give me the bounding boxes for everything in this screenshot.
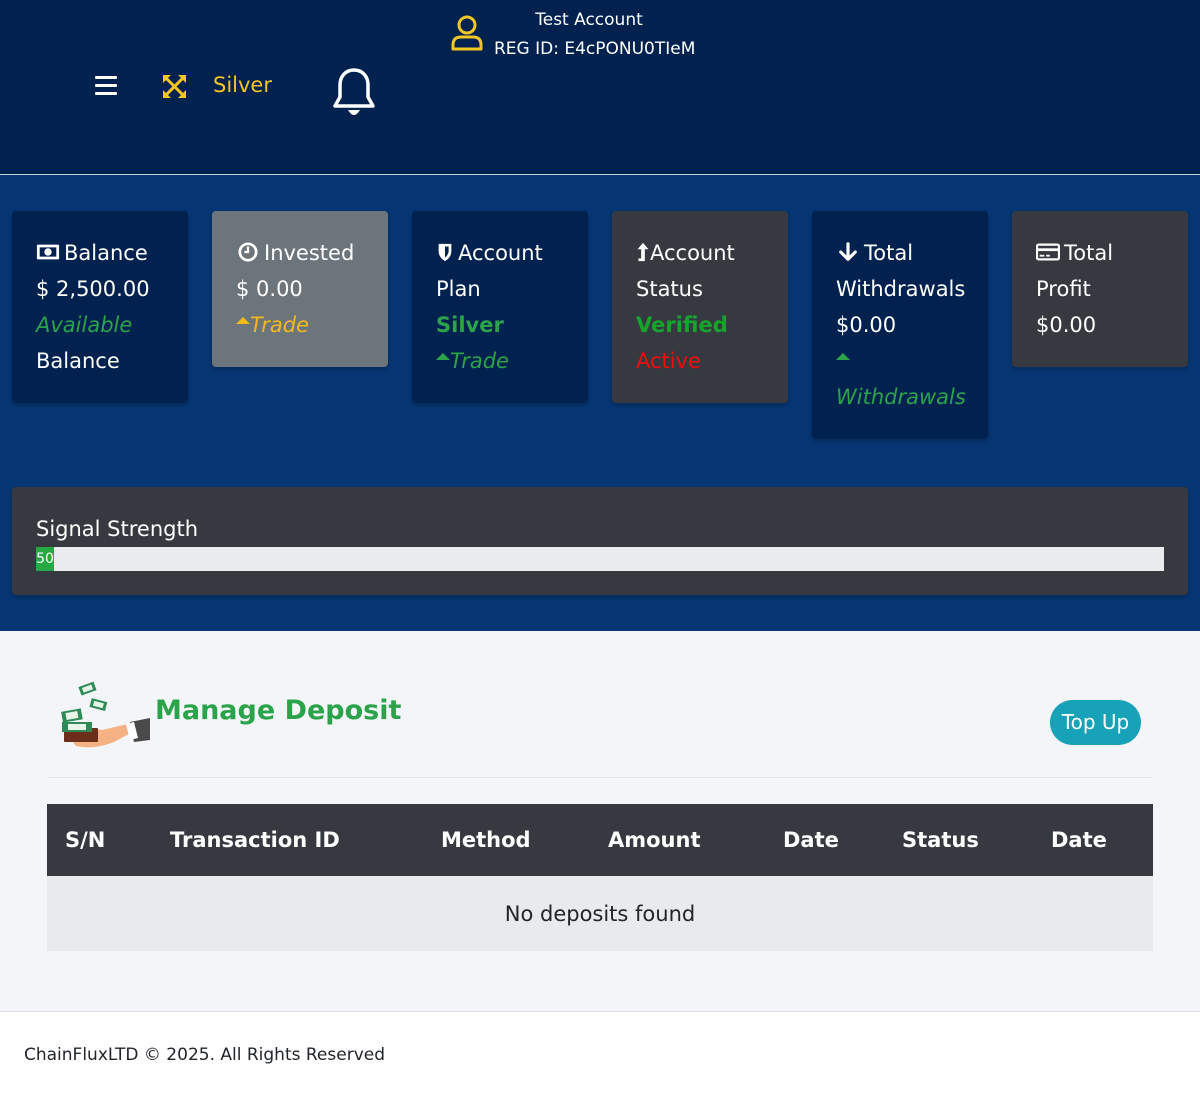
divider [47, 777, 1153, 778]
plan-card: Account Plan Silver Trade [412, 211, 588, 403]
column-header-amount: Amount [590, 804, 765, 876]
status-title: Account [650, 241, 735, 265]
profit-card: Total Profit $0.00 [1012, 211, 1188, 367]
top-up-button[interactable]: Top Up [1050, 700, 1141, 745]
balance-sub2: Balance [36, 349, 120, 373]
deposit-title: Manage Deposit [155, 695, 402, 726]
plan-value: Silver [436, 313, 504, 337]
clock-icon [238, 242, 258, 262]
withdrawals-value: $0.00 [836, 313, 897, 337]
stats-band: Balance $ 2,500.00 Available Balance Inv… [0, 175, 1200, 631]
expand-icon[interactable] [163, 75, 186, 98]
status-title2: Status [636, 277, 703, 301]
level-up-icon [637, 242, 649, 262]
plan-title: Account [458, 241, 543, 265]
withdrawals-title: Total [864, 241, 914, 265]
balance-title: Balance [64, 241, 148, 265]
table-header-row: S/N Transaction ID Method Amount Date St… [47, 804, 1153, 876]
column-header-date-2: Date [1033, 804, 1153, 876]
profit-title2: Profit [1036, 277, 1091, 301]
balance-sub: Available [36, 313, 133, 337]
deposits-table: S/N Transaction ID Method Amount Date St… [47, 804, 1153, 951]
column-header-sn: S/N [47, 804, 152, 876]
bell-icon[interactable] [331, 66, 377, 120]
user-icon[interactable] [451, 15, 483, 51]
invested-sub-row: Trade [236, 307, 364, 343]
signal-card: Signal Strength 50 [12, 487, 1188, 595]
plan-title2: Plan [436, 277, 481, 301]
plan-label: Silver [213, 73, 272, 97]
money-bill-icon [36, 244, 60, 260]
withdrawals-title-row: Total [836, 235, 964, 271]
profit-title-row: Total [1036, 235, 1164, 271]
invested-sub: Trade [250, 313, 309, 337]
invested-title: Invested [264, 241, 355, 265]
plan-title-row: Account [436, 235, 564, 271]
column-header-date: Date [765, 804, 884, 876]
status-card: Account Status Verified Active [612, 211, 788, 403]
signal-title: Signal Strength [36, 517, 199, 541]
reg-id: REG ID: E4cPONU0TIeM [494, 39, 696, 59]
empty-message: No deposits found [47, 876, 1153, 951]
menu-icon[interactable] [95, 76, 117, 96]
balance-value: $ 2,500.00 [36, 277, 150, 301]
withdrawals-caret-row [836, 343, 964, 379]
withdrawals-card: Total Withdrawals $0.00 Withdrawals [812, 211, 988, 439]
plan-sub: Trade [450, 349, 509, 373]
withdrawals-title2: Withdrawals [836, 277, 966, 301]
status-sub: Active [636, 349, 701, 373]
status-title-row: Account [636, 235, 764, 271]
user-name: Test Account [535, 10, 643, 30]
balance-title-row: Balance [36, 235, 164, 271]
status-value: Verified [636, 313, 728, 337]
caret-up-icon [236, 317, 250, 324]
caret-up-icon [436, 353, 450, 360]
footer-copyright: ChainFluxLTD © 2025. All Rights Reserved [24, 1045, 386, 1065]
profit-title: Total [1064, 241, 1114, 265]
shield-icon [438, 243, 452, 262]
withdrawals-sub: Withdrawals [836, 385, 966, 409]
table-row: No deposits found [47, 876, 1153, 951]
arrow-down-icon [839, 242, 857, 261]
footer: ChainFluxLTD © 2025. All Rights Reserved [0, 1011, 1200, 1097]
credit-card-icon [1036, 243, 1060, 261]
column-header-status: Status [884, 804, 1033, 876]
top-header: Test Account REG ID: E4cPONU0TIeM Silver [0, 0, 1200, 175]
profit-value: $0.00 [1036, 313, 1097, 337]
signal-progress-bar: 50 [36, 547, 1164, 571]
plan-sub-row: Trade [436, 343, 564, 379]
invested-title-row: Invested [236, 235, 364, 271]
invested-value: $ 0.00 [236, 277, 303, 301]
column-header-method: Method [423, 804, 590, 876]
cash-hand-illustration [61, 681, 150, 748]
balance-card: Balance $ 2,500.00 Available Balance [12, 211, 188, 403]
column-header-transaction-id: Transaction ID [152, 804, 423, 876]
signal-progress-fill: 50 [36, 547, 55, 571]
invested-card: Invested $ 0.00 Trade [212, 211, 388, 367]
caret-up-icon [836, 353, 850, 360]
